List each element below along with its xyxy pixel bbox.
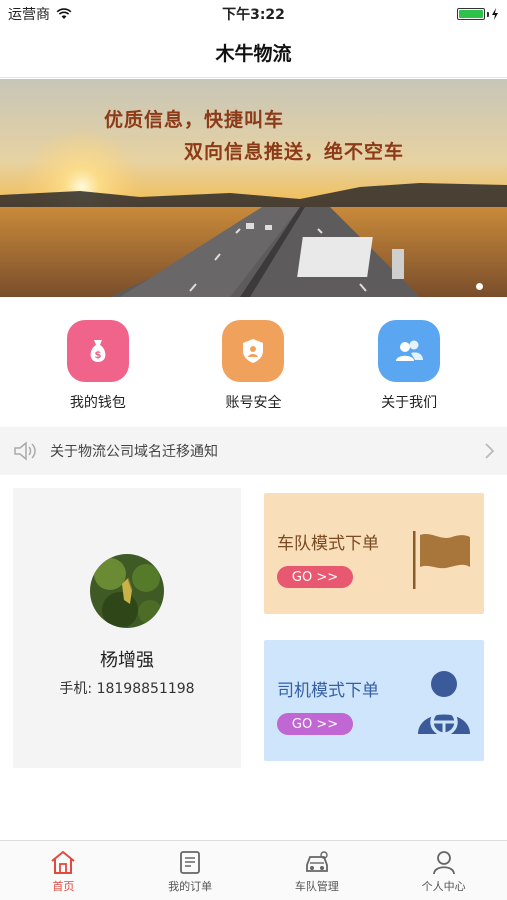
- tab-personal-center-label: 个人中心: [421, 880, 466, 893]
- wifi-icon: [56, 8, 72, 19]
- fleet-mode-title: 车队模式下单: [277, 534, 379, 554]
- charging-icon: [492, 8, 498, 20]
- tab-my-orders-label: 我的订单: [168, 880, 213, 893]
- battery-icon: [457, 8, 499, 20]
- status-left: 运营商: [8, 4, 72, 24]
- tab-fleet-management[interactable]: 车队管理: [254, 841, 381, 900]
- tab-personal-center[interactable]: 个人中心: [380, 841, 507, 900]
- bottom-tab-bar: 首页 我的订单 车队管理 个人中心: [0, 840, 507, 900]
- account-security-label: 账号安全: [225, 395, 282, 411]
- carousel-indicator[interactable]: [476, 283, 483, 290]
- account-security-button[interactable]: 账号安全: [193, 320, 313, 420]
- chevron-right-icon: [485, 443, 495, 459]
- navigation-bar: 木牛物流: [0, 28, 507, 78]
- wallet-button[interactable]: $ 我的钱包: [38, 320, 158, 420]
- driver-mode-order-card[interactable]: 司机模式下单 GO >>: [264, 640, 484, 761]
- banner-subheadline: 双向信息推送，绝不空车: [184, 141, 405, 163]
- notice-bar[interactable]: 关于物流公司域名迁移通知: [0, 427, 507, 475]
- notice-text: 关于物流公司域名迁移通知: [50, 444, 218, 460]
- status-bar: 运营商 下午3:22: [0, 0, 507, 28]
- banner-carousel[interactable]: 优质信息，快捷叫车 双向信息推送，绝不空车: [0, 79, 507, 297]
- speaker-icon: [14, 441, 36, 461]
- shield-icon: [222, 320, 285, 382]
- user-phone: 手机: 18198851198: [59, 681, 195, 697]
- driver-mode-title: 司机模式下单: [277, 681, 379, 701]
- fleet-mode-order-card[interactable]: 车队模式下单 GO >>: [264, 493, 484, 614]
- tab-my-orders[interactable]: 我的订单: [127, 841, 254, 900]
- money-bag-icon: $: [66, 320, 129, 382]
- driver-go-button[interactable]: GO >>: [277, 713, 353, 735]
- tab-fleet-management-label: 车队管理: [294, 880, 339, 893]
- page-title: 木牛物流: [215, 43, 292, 65]
- about-us-button[interactable]: 关于我们: [349, 320, 469, 420]
- people-icon: [378, 320, 441, 382]
- driver-icon: [418, 671, 470, 736]
- svg-text:$: $: [94, 350, 101, 361]
- home-icon: [51, 850, 76, 874]
- carrier-label: 运营商: [8, 7, 50, 23]
- order-icon: [180, 851, 201, 874]
- status-time: 下午3:22: [222, 7, 285, 23]
- flag-icon: [413, 531, 470, 589]
- fleet-go-button[interactable]: GO >>: [277, 566, 353, 588]
- wallet-label: 我的钱包: [69, 395, 126, 411]
- tab-home[interactable]: 首页: [0, 841, 127, 900]
- tab-home-label: 首页: [52, 880, 75, 893]
- user-name: 杨增强: [100, 650, 154, 671]
- user-profile-card[interactable]: 杨增强 手机: 18198851198: [13, 488, 241, 768]
- about-us-label: 关于我们: [381, 395, 438, 411]
- banner-headline: 优质信息，快捷叫车: [104, 109, 285, 131]
- avatar: [90, 554, 164, 628]
- quick-actions: $ 我的钱包 账号安全 关于我们: [0, 320, 507, 420]
- car-icon: [305, 851, 328, 872]
- person-icon: [432, 851, 455, 875]
